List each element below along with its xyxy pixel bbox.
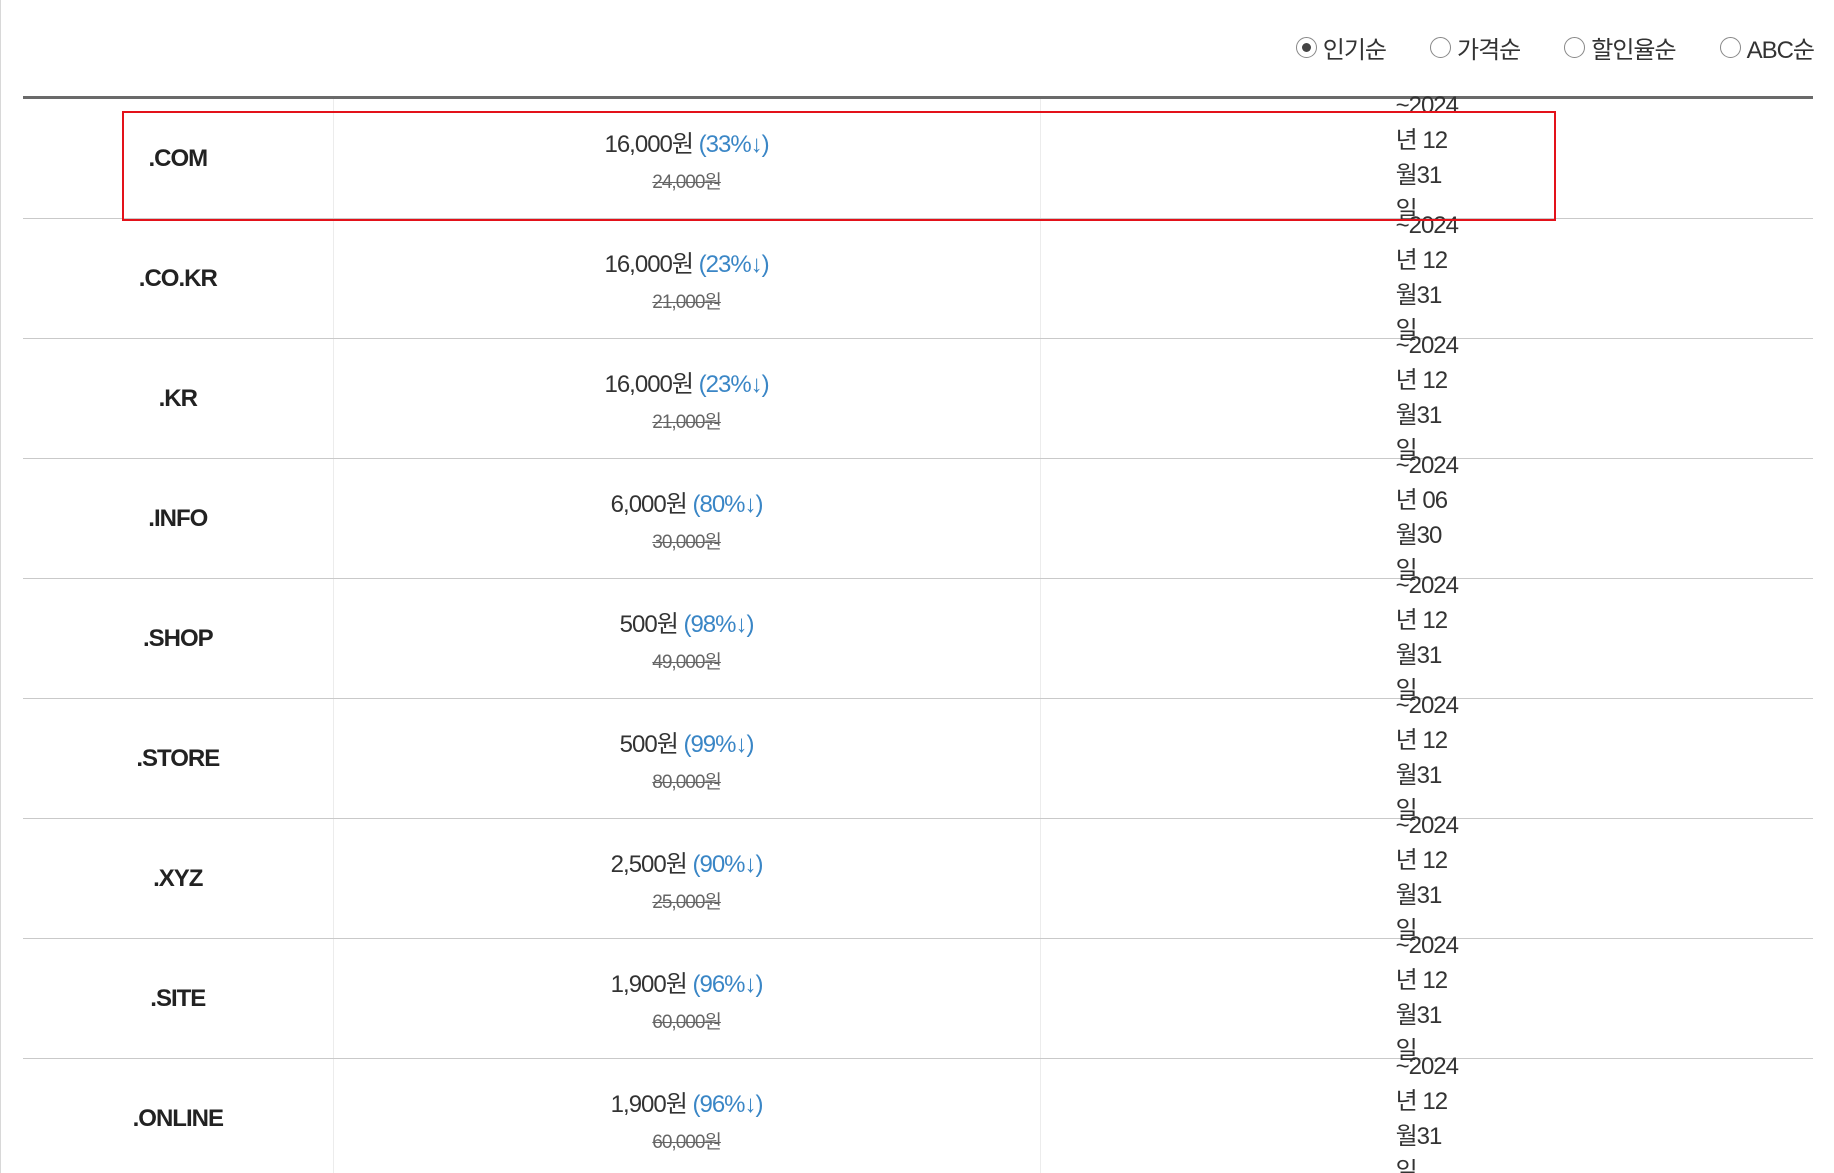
discount-rate: (23%↓) bbox=[698, 370, 770, 398]
table-row: .STORE 500원 (99%↓) 80,000원 ~2024년 12월31일 bbox=[23, 692, 1813, 824]
discount-rate: (80%↓) bbox=[692, 490, 763, 518]
period-text: ~2024년 12월31일 bbox=[1395, 692, 1459, 824]
original-price: 24,000원 bbox=[652, 171, 722, 193]
event-period: ~2024년 12월31일 bbox=[1041, 332, 1813, 464]
radio-unchecked-icon[interactable] bbox=[1719, 37, 1741, 58]
discount-rate: (23%↓) bbox=[698, 250, 770, 278]
radio-unchecked-icon[interactable] bbox=[1564, 37, 1586, 58]
period-text: ~2024년 06월30일 bbox=[1395, 452, 1459, 584]
price-cell: 1,900원 (96%↓) 60,000원 bbox=[334, 1059, 1041, 1173]
price-cell: 16,000원 (23%↓) 21,000원 bbox=[334, 219, 1041, 338]
radio-unchecked-icon[interactable] bbox=[1429, 37, 1451, 58]
table-row: .KR 16,000원 (23%↓) 21,000원 ~2024년 12월31일 bbox=[23, 332, 1813, 464]
price-value: 16,000원 bbox=[604, 250, 693, 278]
discount-rate: (96%↓) bbox=[692, 1091, 763, 1118]
table-row: .XYZ 2,500원 (90%↓) 25,000원 ~2024년 12월31일 bbox=[23, 812, 1813, 944]
sale-price: 500원 (98%↓) bbox=[619, 604, 755, 639]
discount-rate: (96%↓) bbox=[692, 970, 763, 998]
price-value: 1,900원 bbox=[610, 970, 688, 998]
sort-price-option[interactable]: 가격순 bbox=[1429, 30, 1521, 65]
sort-option-label: 인기순 bbox=[1322, 37, 1387, 64]
domain-name: .SITE bbox=[23, 939, 334, 1058]
price-cell: 16,000원 (33%↓) 24,000원 bbox=[334, 99, 1041, 218]
sale-price: 500원 (99%↓) bbox=[619, 724, 755, 759]
domain-name: .COM bbox=[23, 99, 334, 218]
sale-price: 1,900원 (96%↓) bbox=[610, 1084, 764, 1119]
sort-option-label: 할인율순 bbox=[1591, 37, 1676, 64]
sort-options: 인기순 가격순 할인율순 ABC순 bbox=[1295, 30, 1815, 65]
event-period: ~2024년 06월30일 bbox=[1041, 452, 1813, 584]
domain-name: .ONLINE bbox=[23, 1059, 334, 1173]
period-text: ~2024년 12월31일 bbox=[1395, 812, 1459, 944]
original-price: 21,000원 bbox=[652, 291, 722, 313]
original-price: 21,000원 bbox=[652, 411, 722, 433]
event-period: ~2024년 12월31일 bbox=[1041, 1053, 1813, 1173]
price-value: 16,000원 bbox=[604, 370, 693, 398]
domain-price-table: .COM 16,000원 (33%↓) 24,000원 ~2024년 12월31… bbox=[23, 92, 1813, 1173]
price-value: 16,000원 bbox=[604, 130, 693, 158]
event-period: ~2024년 12월31일 bbox=[1041, 92, 1813, 224]
price-value: 500원 bbox=[619, 730, 679, 758]
domain-name: .INFO bbox=[23, 459, 334, 578]
discount-rate: (98%↓) bbox=[683, 610, 754, 638]
discount-rate: (33%↓) bbox=[698, 130, 770, 158]
discount-rate: (99%↓) bbox=[683, 730, 754, 758]
sale-price: 16,000원 (23%↓) bbox=[604, 364, 770, 399]
domain-name: .XYZ bbox=[23, 819, 334, 938]
period-text: ~2024년 12월31일 bbox=[1395, 1052, 1459, 1173]
domain-name: .SHOP bbox=[23, 579, 334, 698]
sale-price: 16,000원 (33%↓) bbox=[604, 124, 770, 159]
period-text: ~2024년 12월31일 bbox=[1395, 92, 1459, 224]
original-price: 60,000원 bbox=[652, 1011, 722, 1033]
price-cell: 16,000원 (23%↓) 21,000원 bbox=[334, 339, 1041, 458]
period-text: ~2024년 12월31일 bbox=[1395, 332, 1459, 464]
table-row: .COM 16,000원 (33%↓) 24,000원 ~2024년 12월31… bbox=[23, 92, 1813, 224]
event-period: ~2024년 12월31일 bbox=[1041, 212, 1813, 344]
original-price: 30,000원 bbox=[652, 531, 722, 553]
sale-price: 16,000원 (23%↓) bbox=[604, 244, 770, 279]
period-text: ~2024년 12월31일 bbox=[1395, 572, 1459, 704]
table-row: .SHOP 500원 (98%↓) 49,000원 ~2024년 12월31일 bbox=[23, 572, 1813, 704]
price-value: 2,500원 bbox=[610, 850, 688, 878]
table-row: .SITE 1,900원 (96%↓) 60,000원 ~2024년 12월31… bbox=[23, 932, 1813, 1064]
price-cell: 6,000원 (80%↓) 30,000원 bbox=[334, 459, 1041, 578]
event-period: ~2024년 12월31일 bbox=[1041, 572, 1813, 704]
sort-abc-option[interactable]: ABC순 bbox=[1719, 30, 1815, 65]
discount-rate: (90%↓) bbox=[692, 850, 763, 878]
table-row: .CO.KR 16,000원 (23%↓) 21,000원 ~2024년 12월… bbox=[23, 212, 1813, 344]
original-price: 60,000원 bbox=[652, 1132, 722, 1153]
sort-popular-option[interactable]: 인기순 bbox=[1295, 30, 1387, 65]
price-value: 6,000원 bbox=[610, 490, 688, 518]
price-cell: 500원 (99%↓) 80,000원 bbox=[334, 699, 1041, 818]
domain-name: .KR bbox=[23, 339, 334, 458]
event-period: ~2024년 12월31일 bbox=[1041, 932, 1813, 1064]
table-row: .INFO 6,000원 (80%↓) 30,000원 ~2024년 06월30… bbox=[23, 452, 1813, 584]
original-price: 80,000원 bbox=[652, 771, 722, 793]
original-price: 25,000원 bbox=[652, 891, 722, 913]
sale-price: 6,000원 (80%↓) bbox=[610, 484, 764, 519]
domain-price-panel: 인기순 가격순 할인율순 ABC순 .COM 16,000원 (33%↓) 24… bbox=[0, 0, 1834, 1173]
price-cell: 1,900원 (96%↓) 60,000원 bbox=[334, 939, 1041, 1058]
original-price: 49,000원 bbox=[652, 651, 722, 673]
domain-name: .STORE bbox=[23, 699, 334, 818]
event-period: ~2024년 12월31일 bbox=[1041, 812, 1813, 944]
price-value: 1,900원 bbox=[610, 1091, 688, 1118]
radio-checked-icon[interactable] bbox=[1295, 37, 1317, 58]
sort-option-label: ABC순 bbox=[1746, 37, 1815, 64]
domain-name: .CO.KR bbox=[23, 219, 334, 338]
price-cell: 500원 (98%↓) 49,000원 bbox=[334, 579, 1041, 698]
sort-discount-option[interactable]: 할인율순 bbox=[1564, 30, 1677, 65]
period-text: ~2024년 12월31일 bbox=[1395, 932, 1459, 1064]
price-cell: 2,500원 (90%↓) 25,000원 bbox=[334, 819, 1041, 938]
sale-price: 1,900원 (96%↓) bbox=[610, 964, 764, 999]
sort-option-label: 가격순 bbox=[1456, 37, 1521, 64]
table-row: .ONLINE 1,900원 (96%↓) 60,000원 ~2024년 12월… bbox=[23, 1053, 1813, 1173]
price-value: 500원 bbox=[619, 610, 679, 638]
event-period: ~2024년 12월31일 bbox=[1041, 692, 1813, 824]
period-text: ~2024년 12월31일 bbox=[1395, 212, 1459, 344]
sale-price: 2,500원 (90%↓) bbox=[610, 844, 764, 879]
